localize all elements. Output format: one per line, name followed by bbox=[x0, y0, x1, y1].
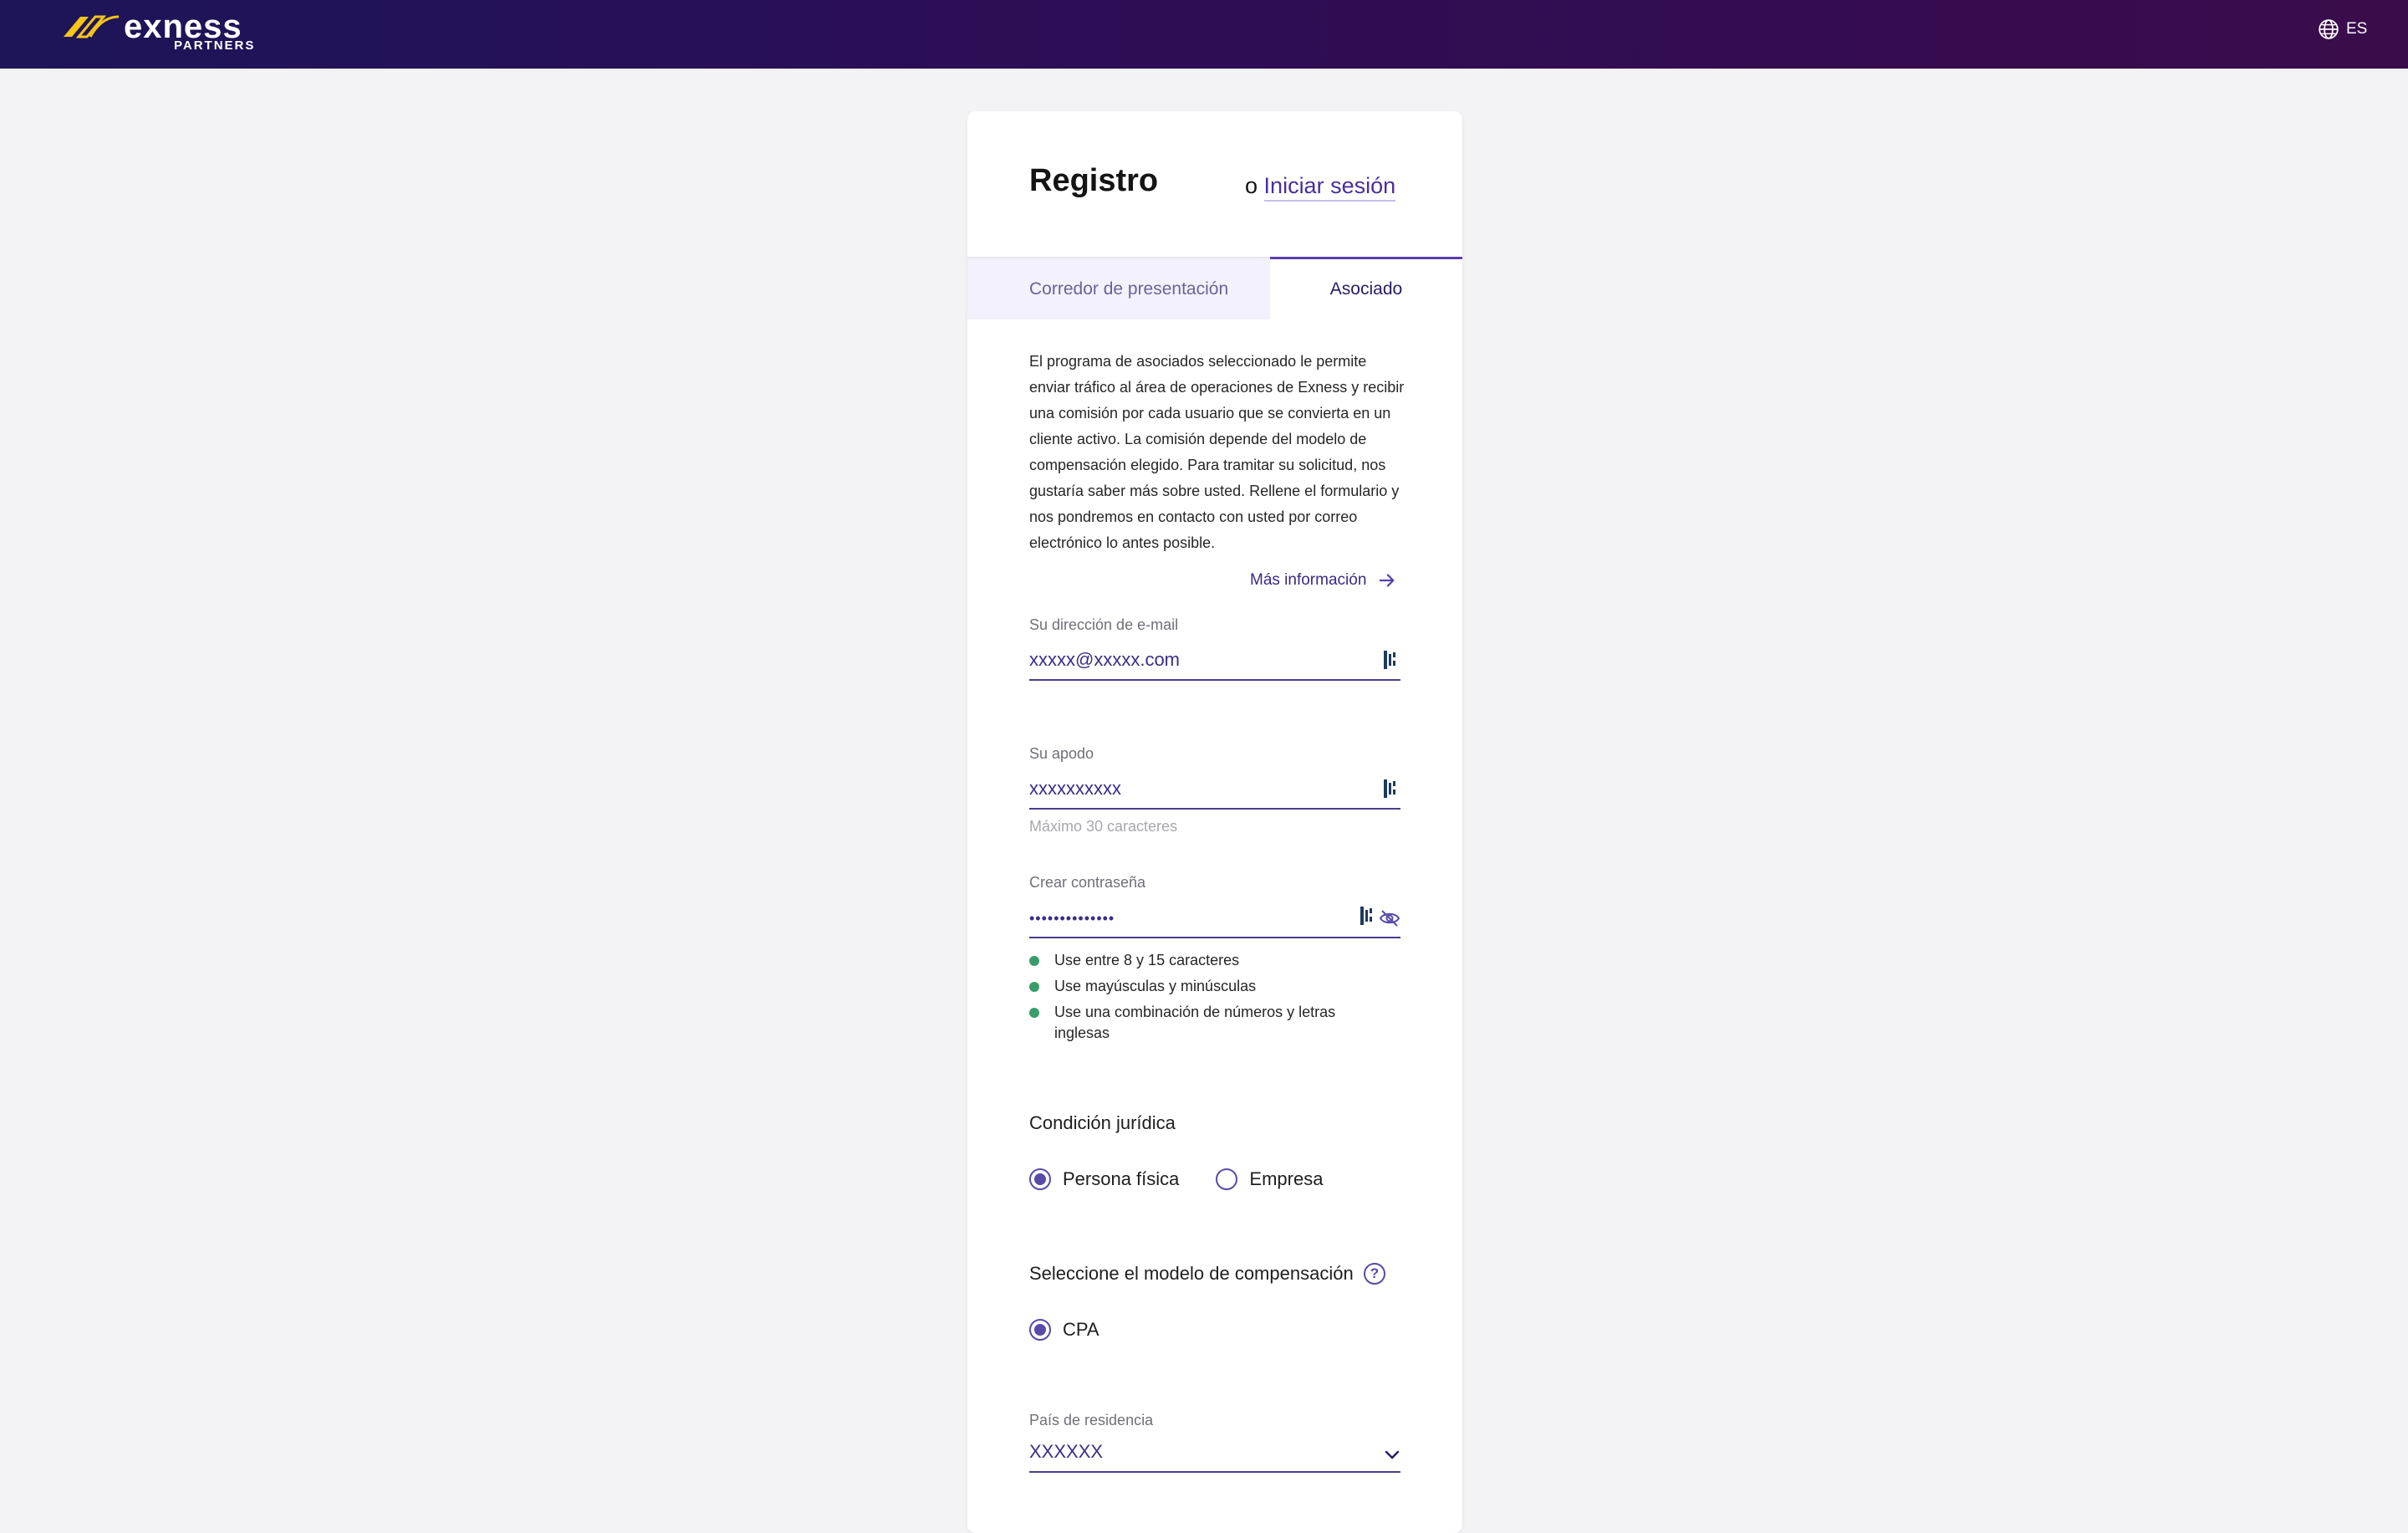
login-prefix: o bbox=[1245, 173, 1258, 198]
password-manager-icon[interactable] bbox=[1359, 905, 1377, 927]
page-title: Registro bbox=[1029, 163, 1159, 198]
rule-text: Use entre 8 y 15 caracteres bbox=[1054, 952, 1240, 968]
nickname-label: Su apodo bbox=[1029, 745, 1094, 762]
rule-text: Use una combinación de números y letras … bbox=[1054, 1004, 1336, 1041]
password-field: Crear contraseña •••••••••••••• bbox=[1029, 874, 1400, 938]
brand-subtitle: PARTNERS bbox=[174, 38, 256, 53]
password-rule: Use entre 8 y 15 caracteres bbox=[1029, 950, 1380, 971]
password-label: Crear contraseña bbox=[1029, 874, 1146, 891]
email-field: Su dirección de e-mail xxxxx@xxxxx.com bbox=[1029, 616, 1400, 681]
eye-slash-icon[interactable] bbox=[1379, 908, 1400, 928]
country-field: País de residencia XXXXXX bbox=[1029, 1412, 1400, 1473]
language-selector[interactable]: ES bbox=[2318, 17, 2367, 42]
radio-cpa[interactable]: CPA bbox=[1029, 1319, 1099, 1341]
check-dot-icon bbox=[1029, 1008, 1039, 1018]
legal-status-title: Condición jurídica bbox=[1029, 1112, 1176, 1133]
program-description: El programa de asociados seleccionado le… bbox=[1029, 353, 1405, 551]
password-value: •••••••••••••• bbox=[1029, 910, 1115, 927]
language-code: ES bbox=[2346, 20, 2368, 38]
radio-selected-icon bbox=[1029, 1168, 1051, 1190]
compensation-title: Seleccione el modelo de compensación bbox=[1029, 1263, 1354, 1284]
chevron-down-icon bbox=[1385, 1450, 1400, 1459]
radio-label: Empresa bbox=[1249, 1168, 1324, 1189]
more-info-label: Más información bbox=[1250, 571, 1367, 589]
login-prompt: o Iniciar sesión bbox=[1245, 173, 1396, 202]
password-manager-icon[interactable] bbox=[1382, 778, 1400, 800]
password-rules: Use entre 8 y 15 caracteres Use mayúscul… bbox=[1029, 950, 1380, 1049]
country-value: XXXXXX bbox=[1029, 1441, 1104, 1462]
password-rule: Use mayúsculas y minúsculas bbox=[1029, 976, 1380, 997]
country-label: País de residencia bbox=[1029, 1412, 1154, 1428]
registration-card: Registro o Iniciar sesión Corredor de pr… bbox=[967, 111, 1462, 1533]
email-label: Su dirección de e-mail bbox=[1029, 616, 1179, 633]
email-value: xxxxx@xxxxx.com bbox=[1029, 649, 1181, 670]
rule-text: Use mayúsculas y minúsculas bbox=[1054, 978, 1257, 994]
radio-individual[interactable]: Persona física bbox=[1029, 1168, 1179, 1190]
nickname-hint: Máximo 30 caracteres bbox=[1029, 818, 1178, 835]
password-input[interactable]: •••••••••••••• bbox=[1029, 905, 1400, 938]
nickname-input[interactable]: xxxxxxxxxx bbox=[1029, 776, 1400, 810]
check-dot-icon bbox=[1029, 956, 1039, 966]
radio-label: CPA bbox=[1063, 1319, 1099, 1340]
exness-partners-logo[interactable]: exness PARTNERS bbox=[60, 8, 261, 53]
login-link[interactable]: Iniciar sesión bbox=[1263, 173, 1396, 202]
help-icon[interactable]: ? bbox=[1364, 1263, 1385, 1285]
password-manager-icon[interactable] bbox=[1382, 649, 1400, 671]
check-dot-icon bbox=[1029, 982, 1039, 992]
password-rule: Use una combinación de números y letras … bbox=[1029, 1002, 1380, 1044]
program-tabs: Corredor de presentación Asociado bbox=[967, 257, 1462, 319]
top-bar: exness PARTNERS ES bbox=[0, 0, 2408, 69]
more-info-link[interactable]: Más información bbox=[1250, 571, 1396, 590]
radio-company[interactable]: Empresa bbox=[1216, 1168, 1323, 1190]
exness-logo-mark-icon bbox=[64, 15, 120, 38]
radio-label: Persona física bbox=[1063, 1168, 1180, 1189]
globe-icon bbox=[2319, 19, 2339, 39]
email-input[interactable]: xxxxx@xxxxx.com bbox=[1029, 647, 1400, 681]
tab-introducing-broker[interactable]: Corredor de presentación bbox=[967, 258, 1270, 319]
tab-affiliate[interactable]: Asociado bbox=[1270, 257, 1462, 319]
radio-selected-icon bbox=[1029, 1319, 1051, 1341]
compensation-options: CPA bbox=[1029, 1319, 1099, 1341]
nickname-value: xxxxxxxxxx bbox=[1029, 778, 1121, 799]
country-select[interactable]: XXXXXX bbox=[1029, 1439, 1400, 1473]
legal-status-options: Persona física Empresa bbox=[1029, 1168, 1323, 1190]
arrow-right-icon bbox=[1380, 574, 1395, 587]
radio-unselected-icon bbox=[1216, 1168, 1238, 1190]
nickname-field: Su apodo xxxxxxxxxx Máximo 30 caracteres bbox=[1029, 745, 1400, 835]
